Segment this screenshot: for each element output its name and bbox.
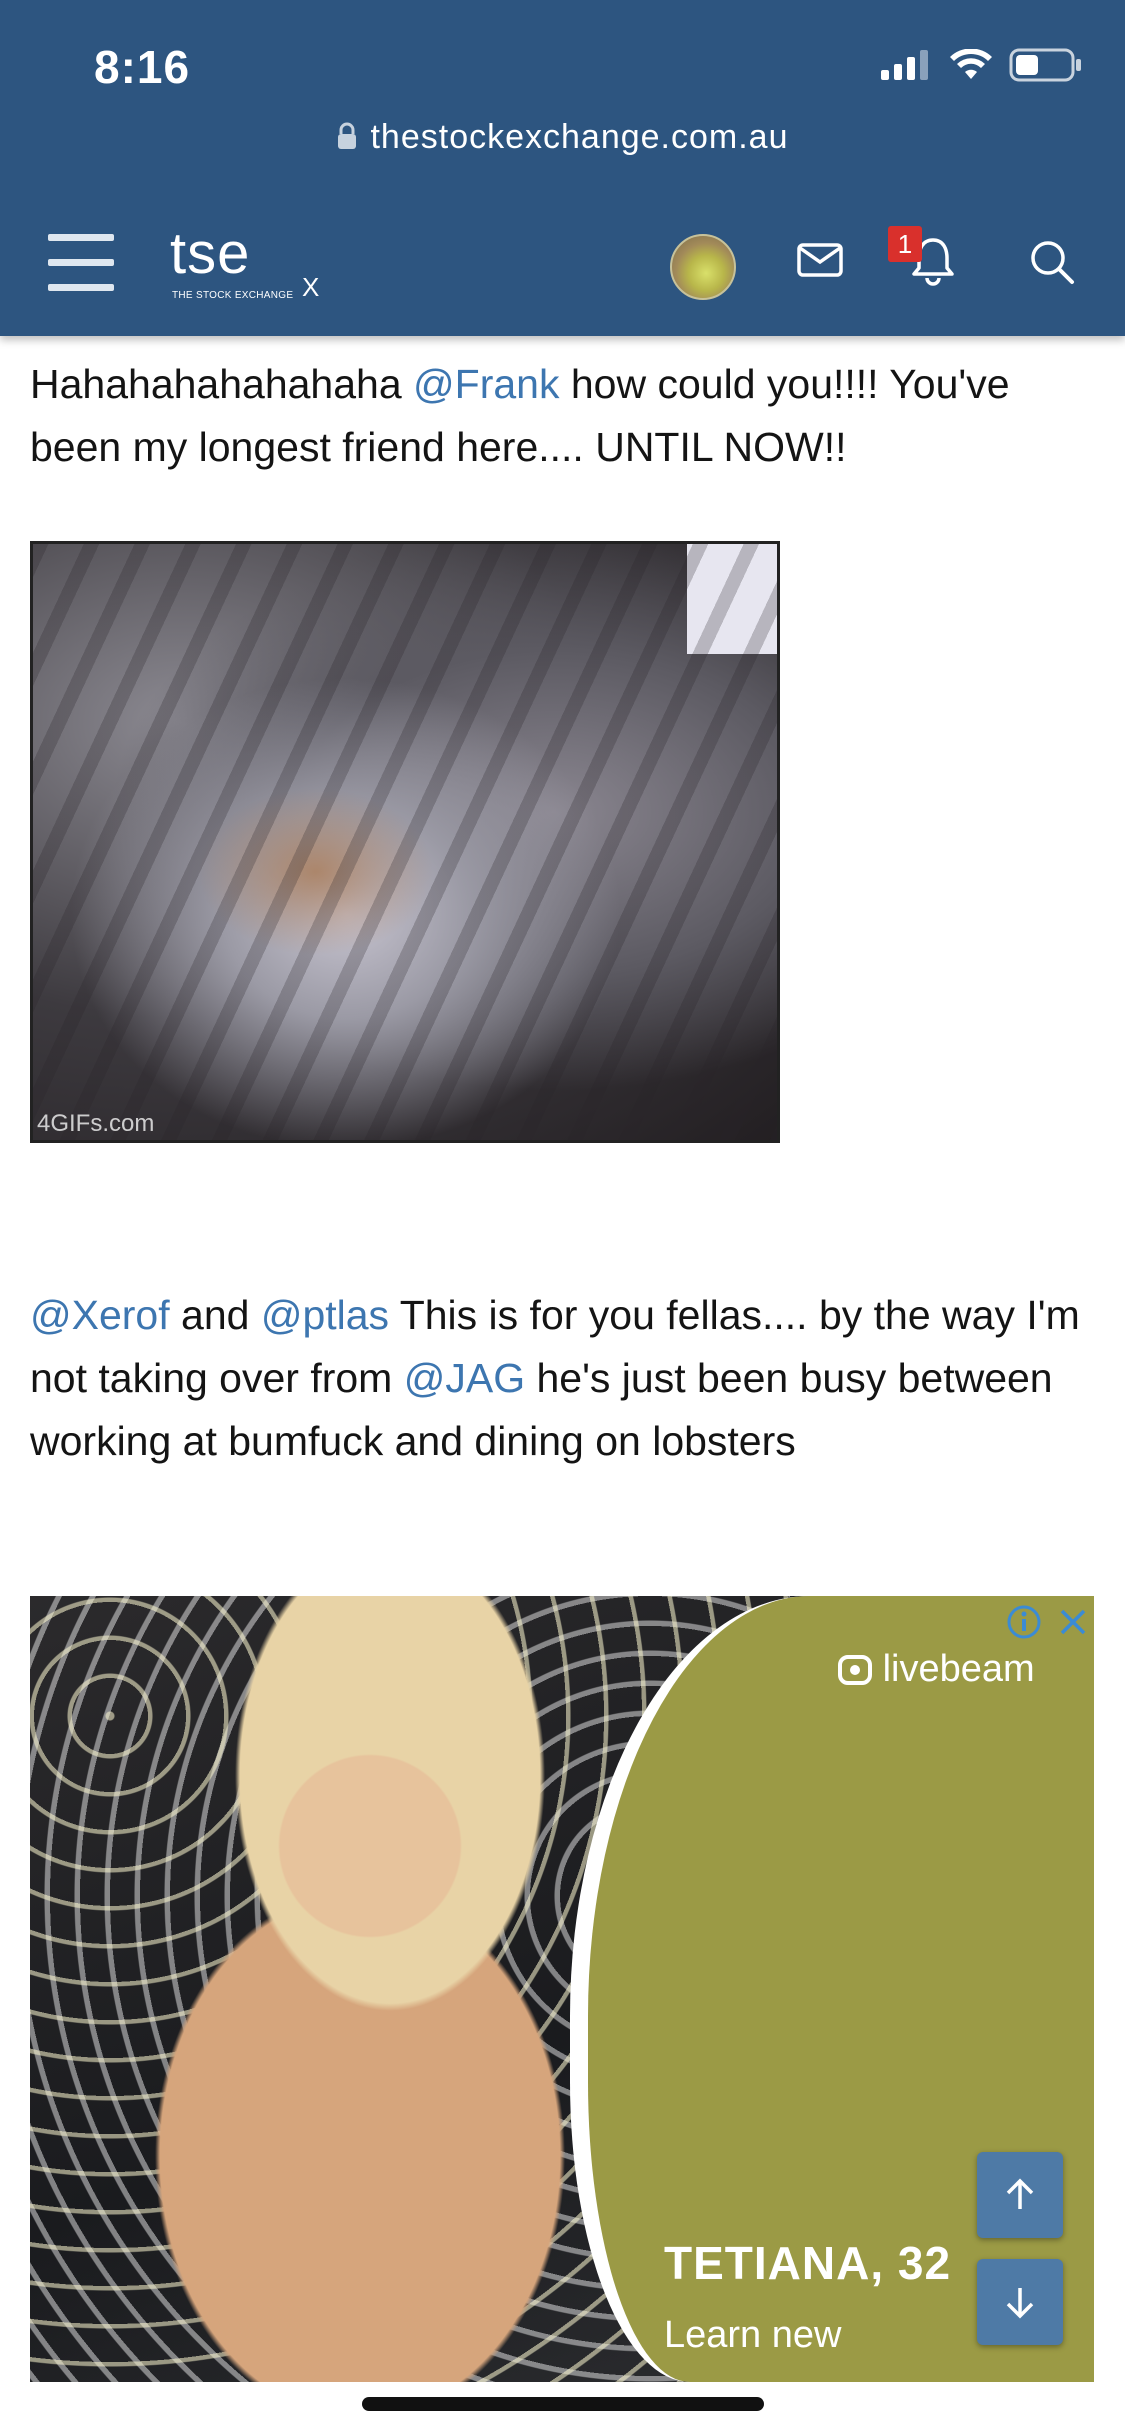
logo-mark: X [302, 272, 320, 302]
home-indicator[interactable] [362, 2397, 764, 2411]
lock-icon [336, 120, 358, 159]
ad-close-icon[interactable] [1058, 1607, 1088, 1637]
ad-controls [1006, 1604, 1088, 1640]
wifi-icon [950, 49, 992, 79]
ad-headline: TETIANA, 32 [664, 2237, 952, 2289]
mention-jag[interactable]: @JAG [404, 1355, 525, 1401]
livebeam-logo-icon [838, 1655, 872, 1685]
search-icon[interactable] [1028, 238, 1076, 291]
post-text: Hahahahahahahaha [30, 361, 414, 407]
post-text-1: Hahahahahahahaha @Frank how could you!!!… [30, 353, 1100, 479]
top-bar: 8:16 thestockexchange.com.au tse THE STO… [0, 0, 1125, 336]
site-logo[interactable]: tse THE STOCK EXCHANGE X [170, 220, 319, 302]
scroll-down-button[interactable] [977, 2259, 1063, 2345]
advertisement[interactable]: livebeam TETIANA, 32 Learn new [30, 1596, 1094, 2382]
post-text: and [169, 1292, 261, 1338]
signal-icon [881, 50, 928, 80]
cat-gif-image[interactable]: 4GIFs.com [30, 541, 780, 1143]
scroll-up-button[interactable] [977, 2152, 1063, 2238]
post-text-2: @Xerof and @ptlas This is for you fellas… [30, 1284, 1100, 1473]
site-navbar: tse THE STOCK EXCHANGE X 1 [0, 210, 1125, 320]
ad-brand-text: livebeam [882, 1648, 1035, 1690]
arrow-down-icon [1006, 2288, 1034, 2319]
mention-xerof[interactable]: @Xerof [30, 1292, 170, 1338]
mention-frank[interactable]: @Frank [413, 361, 559, 407]
notification-badge: 1 [888, 226, 922, 262]
image-texture [33, 544, 777, 1140]
logo-text: tse [170, 221, 251, 286]
user-avatar[interactable] [670, 234, 736, 300]
url-bar[interactable]: thestockexchange.com.au [0, 118, 1125, 159]
mention-ptlas[interactable]: @ptlas [261, 1292, 389, 1338]
gif-watermark: 4GIFs.com [37, 1110, 155, 1137]
logo-subtext: THE STOCK EXCHANGE [172, 290, 294, 301]
ad-brand: livebeam [838, 1648, 1035, 1691]
ad-cta[interactable]: Learn new [664, 2314, 841, 2357]
ad-info-icon[interactable] [1006, 1604, 1042, 1640]
status-time: 8:16 [94, 41, 191, 93]
menu-icon[interactable] [48, 234, 114, 292]
arrow-up-icon [1006, 2178, 1034, 2209]
status-icons [881, 48, 1083, 82]
mail-icon[interactable] [796, 240, 844, 285]
url-text: thestockexchange.com.au [370, 118, 789, 156]
battery-icon [1009, 48, 1081, 82]
